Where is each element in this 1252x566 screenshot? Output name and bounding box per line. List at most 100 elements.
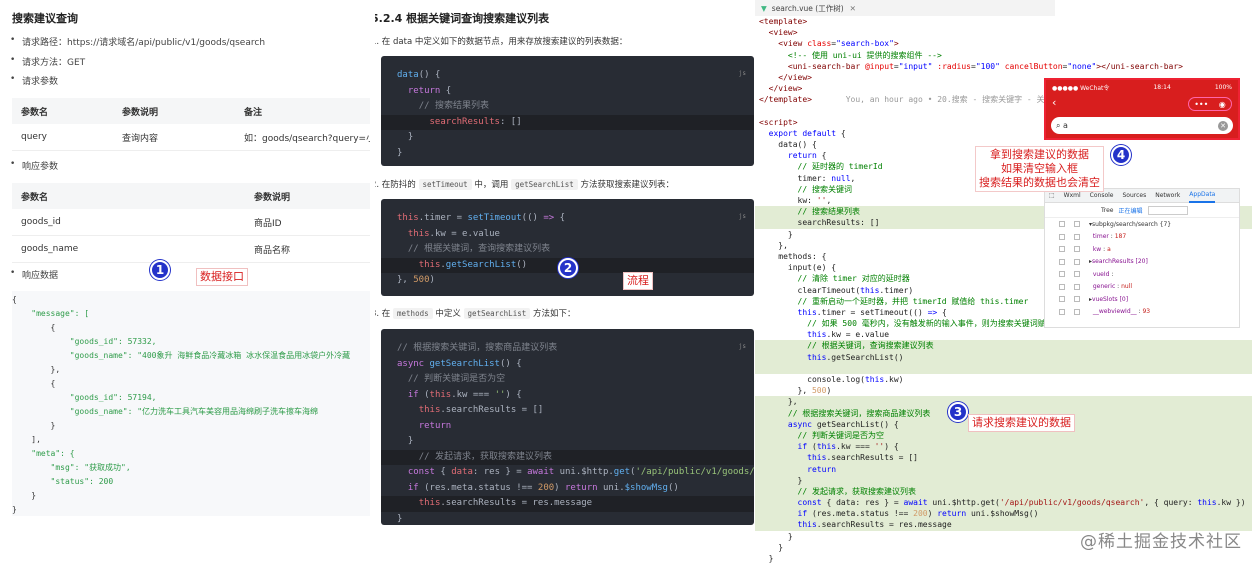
appdata-row[interactable]: generic : null xyxy=(1045,281,1239,294)
checkbox[interactable] xyxy=(1074,258,1080,265)
checkbox[interactable] xyxy=(1059,283,1065,290)
request-method: 请求方法：GET xyxy=(10,55,85,68)
tree-select[interactable]: Tree xyxy=(1101,207,1114,214)
cell: 商品ID xyxy=(254,218,282,229)
capsule-menu[interactable]: ••• ◉ xyxy=(1188,97,1232,111)
appdata-key: vueId xyxy=(1092,270,1110,278)
close-icon[interactable]: ✕ xyxy=(850,4,856,13)
inspect-icon[interactable]: ⬚ xyxy=(1049,192,1055,199)
battery: 100% xyxy=(1214,83,1232,91)
col-header: 参数说明 xyxy=(254,192,291,203)
json-line: "message": [ xyxy=(12,309,90,318)
clear-icon[interactable]: ✕ xyxy=(1218,120,1228,131)
appdata-row[interactable]: ▸ vueSlots [0] xyxy=(1045,293,1239,306)
tab-sources[interactable]: Sources xyxy=(1123,192,1147,199)
phone-search-row: ⌕ a ✕ xyxy=(1046,114,1238,138)
code-block-settimeout: js this.timer = setTimeout(() => { this.… xyxy=(381,199,754,296)
appdata-row[interactable]: ▸ searchResults [20] xyxy=(1045,256,1239,269)
phone-search-input[interactable]: ⌕ a ✕ xyxy=(1051,117,1233,134)
response-params: 响应参数 xyxy=(10,159,58,172)
checkbox[interactable] xyxy=(1059,246,1065,253)
checkbox[interactable] xyxy=(1074,271,1080,278)
step-1-text: 1. 在 data 中定义如下的数据节点，用来存放搜索建议的列表数据： xyxy=(375,37,628,47)
back-icon[interactable]: ‹ xyxy=(1052,96,1056,109)
response-json: { "message": [ { "goods_id": 57332, "goo… xyxy=(12,291,370,516)
json-line: } xyxy=(12,421,56,430)
col-header: 参数名 xyxy=(21,107,49,118)
json-line: "goods_name": "亿力洗车工具汽车美容用品海绵刷子洗车擦车海绵 xyxy=(12,407,319,416)
checkbox[interactable] xyxy=(1059,271,1065,278)
editing-label: 正在编辑 xyxy=(1118,207,1143,215)
checkbox[interactable] xyxy=(1074,283,1080,290)
checkbox[interactable] xyxy=(1059,258,1065,265)
api-doc-pane: 搜索建议查询 请求路径：https://请求域名/api/public/v1/g… xyxy=(0,0,375,566)
checkbox[interactable] xyxy=(1074,308,1080,315)
annotation-line: 搜索结果的数据也会清空 xyxy=(979,176,1100,189)
annotation-line: 如果清空输入框 xyxy=(1001,162,1078,175)
clock: 18:14 xyxy=(1153,83,1171,91)
checkbox[interactable] xyxy=(1074,246,1080,253)
doc-title: 搜索建议查询 xyxy=(12,12,78,25)
record-icon[interactable]: ◉ xyxy=(1219,100,1226,109)
tab-console[interactable]: Console xyxy=(1090,192,1114,199)
response-table: 参数名 参数说明 goods_id 商品ID goods_name 商品名称 xyxy=(12,183,370,263)
data-interface-label: 数据接口 xyxy=(196,268,248,286)
checkbox[interactable] xyxy=(1074,221,1080,228)
json-line: { xyxy=(12,379,56,388)
table-row: goods_id 商品ID xyxy=(12,209,370,236)
checkbox[interactable] xyxy=(1059,296,1065,303)
tab-network[interactable]: Network xyxy=(1155,192,1180,199)
step-badge-2: 2 xyxy=(558,258,578,278)
request-path: 请求路径：https://请求域名/api/public/v1/goods/qs… xyxy=(10,35,265,48)
tab-wxml[interactable]: Wxml xyxy=(1064,192,1081,199)
table-row: query 查询内容 如：goods/qsearch?query=小米 xyxy=(12,124,370,151)
appdata-key: vueSlots [0] xyxy=(1092,295,1129,303)
appdata-row[interactable]: timer : 187 xyxy=(1045,231,1239,244)
appdata-row[interactable]: vueId : xyxy=(1045,268,1239,281)
response-data: 响应数据 xyxy=(10,268,58,281)
json-line: "goods_id": 57332, xyxy=(12,337,157,346)
editor-tab[interactable]: ▼ search.vue (工作树) ✕ xyxy=(755,0,1055,16)
cell: goods_id xyxy=(21,217,61,227)
request-suggest-label: 请求搜索建议的数据 xyxy=(968,414,1075,432)
appdata-row[interactable]: __webviewId__ : 93 xyxy=(1045,306,1239,319)
json-line: { xyxy=(12,323,56,332)
appdata-key: subpkg/search/search {7} xyxy=(1092,220,1172,228)
phone-preview: ●●●●● WeChat令 18:14 100% ‹ ••• ◉ ⌕ a ✕ xyxy=(1044,78,1240,140)
appdata-value: a xyxy=(1107,245,1111,253)
checkbox[interactable] xyxy=(1059,308,1065,315)
checkbox[interactable] xyxy=(1074,296,1080,303)
step-badge-4: 4 xyxy=(1111,145,1131,165)
phone-status-bar: ●●●●● WeChat令 18:14 100% xyxy=(1046,80,1238,94)
appdata-key: __webviewId__ xyxy=(1092,308,1137,316)
filter-input[interactable] xyxy=(1147,205,1188,215)
checkbox[interactable] xyxy=(1059,221,1065,228)
annotation-4: 拿到搜索建议的数据 如果清空输入框 搜索结果的数据也会清空 xyxy=(975,146,1104,192)
tab-appdata[interactable]: AppData xyxy=(1189,189,1216,203)
json-line: "status": 200 xyxy=(12,477,114,486)
search-query: a xyxy=(1063,120,1068,130)
more-icon[interactable]: ••• xyxy=(1194,100,1208,109)
carrier: ●●●●● WeChat令 xyxy=(1052,84,1110,92)
inline-code: setTimeout xyxy=(418,179,472,190)
step-badge-1: 1 xyxy=(150,260,170,280)
params-table: 参数名 参数说明 备注 query 查询内容 如：goods/qsearch?q… xyxy=(12,98,370,151)
devtools-panel: ⬚ Wxml Console Sources Network AppData T… xyxy=(1044,188,1240,328)
editor-tab-label: search.vue (工作树) xyxy=(771,3,844,13)
checkbox[interactable] xyxy=(1074,233,1080,240)
json-line: "msg": "获取成功", xyxy=(12,463,131,472)
text: 2. 在防抖的 xyxy=(375,180,416,190)
appdata-row[interactable]: ▾ subpkg/search/search {7} xyxy=(1045,218,1239,231)
appdata-key: timer xyxy=(1092,233,1109,241)
json-line: "meta": { xyxy=(12,449,75,458)
checkbox[interactable] xyxy=(1059,233,1065,240)
appdata-key: searchResults [20] xyxy=(1092,258,1148,266)
json-line: ], xyxy=(12,435,41,444)
col-header: 备注 xyxy=(244,107,263,118)
annotation-line: 拿到搜索建议的数据 xyxy=(990,148,1089,161)
appdata-row[interactable]: kw : a xyxy=(1045,243,1239,256)
code-lang-tag: js xyxy=(738,343,746,350)
inline-code: getSearchList xyxy=(463,308,531,319)
cell: 商品名称 xyxy=(254,245,291,256)
vue-file-icon: ▼ xyxy=(761,3,767,13)
